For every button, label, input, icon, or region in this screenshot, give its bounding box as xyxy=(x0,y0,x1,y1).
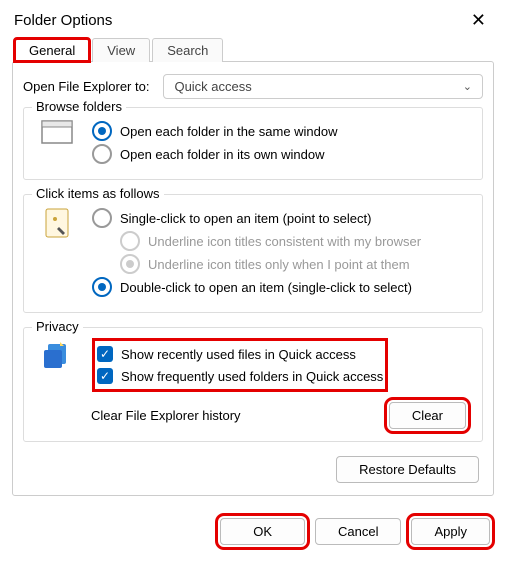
open-explorer-value: Quick access xyxy=(174,79,251,94)
apply-button[interactable]: Apply xyxy=(411,518,490,545)
privacy-icon xyxy=(36,340,80,372)
close-icon[interactable]: ✕ xyxy=(465,10,492,31)
radio-underline-browser: Underline icon titles consistent with my… xyxy=(120,231,470,251)
click-items-title: Click items as follows xyxy=(32,186,164,201)
clear-history-label: Clear File Explorer history xyxy=(91,408,241,423)
radio-single-click[interactable]: Single-click to open an item (point to s… xyxy=(92,208,470,228)
tab-search[interactable]: Search xyxy=(152,38,223,62)
checkmark-icon: ✓ xyxy=(97,368,113,384)
radio-same-window[interactable]: Open each folder in the same window xyxy=(92,121,470,141)
radio-double-click[interactable]: Double-click to open an item (single-cli… xyxy=(92,277,470,297)
check-recent-files[interactable]: ✓ Show recently used files in Quick acce… xyxy=(97,346,383,362)
window-title: Folder Options xyxy=(14,12,112,29)
privacy-title: Privacy xyxy=(32,319,83,334)
cancel-button[interactable]: Cancel xyxy=(315,518,401,545)
browse-folders-icon xyxy=(36,120,80,152)
tab-view[interactable]: View xyxy=(92,38,150,62)
open-explorer-label: Open File Explorer to: xyxy=(23,79,149,94)
radio-own-window[interactable]: Open each folder in its own window xyxy=(92,144,470,164)
ok-button[interactable]: OK xyxy=(220,518,305,545)
chevron-down-icon: ⌄ xyxy=(463,80,472,93)
clear-button[interactable]: Clear xyxy=(389,402,466,429)
check-frequent-folders[interactable]: ✓ Show frequently used folders in Quick … xyxy=(97,368,383,384)
restore-defaults-button[interactable]: Restore Defaults xyxy=(336,456,479,483)
open-explorer-select[interactable]: Quick access ⌄ xyxy=(163,74,483,99)
tab-general[interactable]: General xyxy=(14,38,90,62)
checkmark-icon: ✓ xyxy=(97,346,113,362)
radio-underline-point: Underline icon titles only when I point … xyxy=(120,254,470,274)
click-items-icon xyxy=(36,207,80,243)
browse-folders-title: Browse folders xyxy=(32,99,126,114)
